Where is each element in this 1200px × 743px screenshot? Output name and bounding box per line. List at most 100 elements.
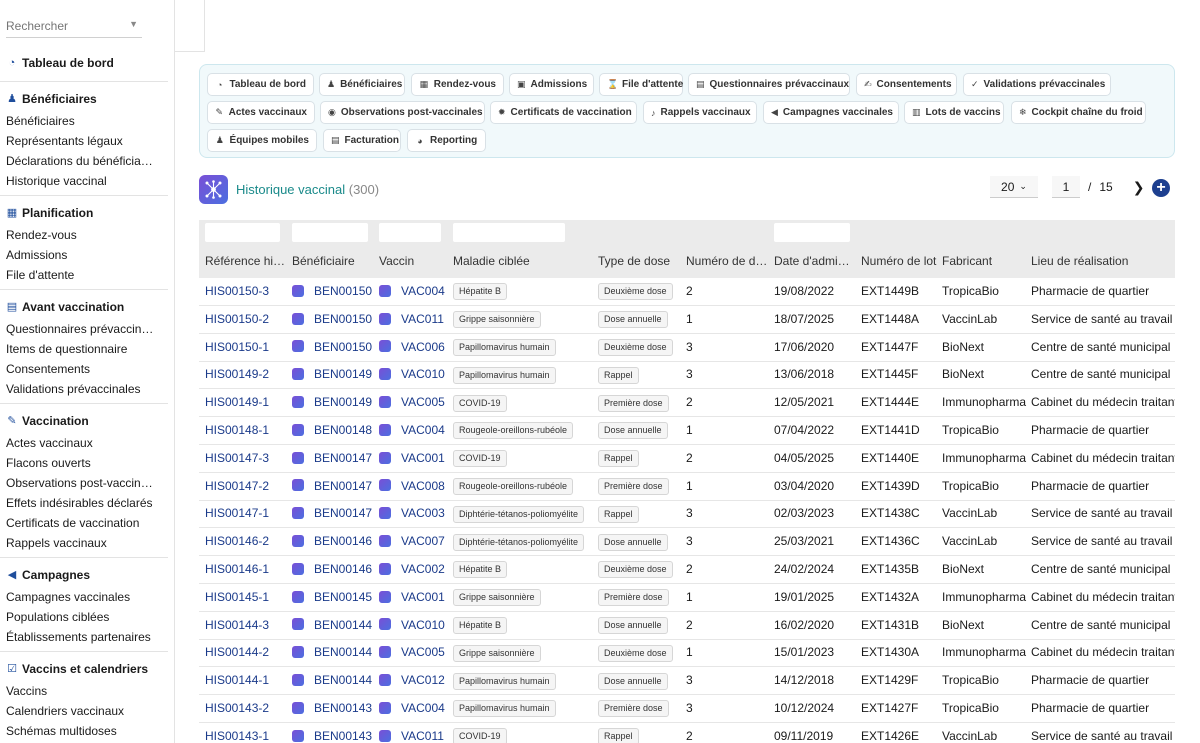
table-cell[interactable]: HIS00144-1: [205, 667, 287, 694]
shortcut-button[interactable]: ◀ Campagnes vaccinales: [763, 101, 899, 124]
record-link[interactable]: BEN00143: [314, 729, 372, 743]
column-header[interactable]: Bénéficiaire: [292, 254, 374, 268]
record-link[interactable]: HIS00147-1: [205, 506, 269, 520]
sidebar-item[interactable]: Établissements partenaires: [6, 627, 171, 647]
record-link[interactable]: BEN00144: [314, 645, 372, 659]
record-link[interactable]: VAC010: [401, 618, 445, 632]
record-link[interactable]: VAC010: [401, 367, 445, 381]
table-cell[interactable]: VAC005: [379, 389, 449, 416]
table-cell[interactable]: BEN00144: [292, 639, 374, 666]
sidebar-item[interactable]: Items de questionnaire: [6, 339, 171, 359]
record-link[interactable]: BEN00150: [314, 312, 372, 326]
record-link[interactable]: HIS00147-2: [205, 479, 269, 493]
table-cell[interactable]: BEN00148: [292, 417, 374, 444]
table-cell[interactable]: BEN00150: [292, 278, 374, 305]
sidebar-item[interactable]: Admissions: [6, 245, 171, 265]
table-cell[interactable]: VAC001: [379, 584, 449, 611]
record-link[interactable]: VAC004: [401, 701, 445, 715]
record-link[interactable]: BEN00150: [314, 284, 372, 298]
sidebar-item[interactable]: Vaccins: [6, 681, 171, 701]
column-header[interactable]: Maladie ciblée: [453, 254, 593, 268]
table-row[interactable]: HIS00147-2 BEN00147 VAC008 Rougeole-oreillo…: [199, 473, 1175, 501]
table-cell[interactable]: BEN00147: [292, 500, 374, 527]
record-link[interactable]: BEN00145: [314, 590, 372, 604]
table-cell[interactable]: BEN00145: [292, 584, 374, 611]
page-size-select[interactable]: 20 ⌄: [990, 176, 1038, 198]
column-filter-input[interactable]: [453, 223, 565, 242]
sidebar-item[interactable]: Consentements: [6, 359, 171, 379]
record-link[interactable]: VAC002: [401, 562, 445, 576]
column-header[interactable]: Numéro de lot: [861, 254, 939, 268]
table-cell[interactable]: HIS00144-2: [205, 639, 287, 666]
shortcut-button[interactable]: ◕ Reporting: [407, 129, 486, 152]
sidebar-item[interactable]: Déclarations du bénéficia…: [6, 151, 171, 171]
shortcut-button[interactable]: ▦ Rendez-vous: [411, 73, 504, 96]
table-cell[interactable]: VAC010: [379, 361, 449, 388]
record-link[interactable]: VAC001: [401, 451, 445, 465]
table-cell[interactable]: HIS00143-1: [205, 723, 287, 743]
record-link[interactable]: BEN00149: [314, 367, 372, 381]
table-cell[interactable]: VAC012: [379, 667, 449, 694]
table-cell[interactable]: VAC004: [379, 278, 449, 305]
table-cell[interactable]: HIS00147-3: [205, 445, 287, 472]
record-link[interactable]: BEN00149: [314, 395, 372, 409]
record-link[interactable]: HIS00145-1: [205, 590, 269, 604]
table-cell[interactable]: BEN00149: [292, 361, 374, 388]
table-cell[interactable]: BEN00149: [292, 389, 374, 416]
table-cell[interactable]: BEN00147: [292, 473, 374, 500]
column-header[interactable]: Fabricant: [942, 254, 1028, 268]
record-link[interactable]: HIS00146-1: [205, 562, 269, 576]
table-row[interactable]: HIS00144-3 BEN00144 VAC010 Hépatite B Dose a…: [199, 612, 1175, 640]
shortcut-button[interactable]: ✹ Certificats de vaccination: [490, 101, 637, 124]
record-link[interactable]: BEN00147: [314, 479, 372, 493]
table-row[interactable]: HIS00144-2 BEN00144 VAC005 Grippe saisonniè…: [199, 639, 1175, 668]
table-cell[interactable]: HIS00148-1: [205, 417, 287, 444]
chevron-down-icon[interactable]: ▼: [129, 19, 138, 29]
table-row[interactable]: HIS00147-3 BEN00147 VAC001 COVID-19 Rappel 2 0…: [199, 445, 1175, 473]
record-link[interactable]: HIS00144-2: [205, 645, 269, 659]
shortcut-button[interactable]: ⌛ File d'attente: [599, 73, 683, 96]
table-cell[interactable]: HIS00143-2: [205, 695, 287, 722]
table-cell[interactable]: HIS00146-2: [205, 528, 287, 555]
shortcut-button[interactable]: ◔ Tableau de bord: [207, 73, 314, 96]
table-row[interactable]: HIS00149-1 BEN00149 VAC005 COVID-19 Première…: [199, 389, 1175, 418]
shortcut-button[interactable]: ▣ Admissions: [509, 73, 594, 96]
sidebar-search[interactable]: ▼: [6, 16, 142, 38]
sidebar-item[interactable]: Schémas multidoses: [6, 721, 171, 741]
sidebar-item[interactable]: Historique vaccinal: [6, 171, 171, 191]
table-cell[interactable]: VAC006: [379, 334, 449, 361]
shortcut-button[interactable]: ▥ Lots de vaccins: [904, 101, 1004, 124]
record-link[interactable]: HIS00143-2: [205, 701, 269, 715]
record-link[interactable]: HIS00147-3: [205, 451, 269, 465]
sidebar-item[interactable]: Rappels vaccinaux: [6, 533, 171, 553]
table-cell[interactable]: VAC007: [379, 528, 449, 555]
record-link[interactable]: VAC003: [401, 506, 445, 520]
record-link[interactable]: VAC012: [401, 673, 445, 687]
column-filter-input[interactable]: [205, 223, 280, 242]
table-row[interactable]: HIS00146-1 BEN00146 VAC002 Hépatite B Deuxiè…: [199, 556, 1175, 584]
record-link[interactable]: BEN00146: [314, 534, 372, 548]
record-link[interactable]: HIS00149-2: [205, 367, 269, 381]
record-link[interactable]: VAC007: [401, 534, 445, 548]
table-row[interactable]: HIS00146-2 BEN00146 VAC007 Diphtérie-tétano…: [199, 528, 1175, 557]
column-filter-input[interactable]: [774, 223, 850, 242]
shortcut-button[interactable]: ✓ Validations prévaccinales: [963, 73, 1111, 96]
sidebar-item[interactable]: Populations ciblées: [6, 607, 171, 627]
table-row[interactable]: HIS00147-1 BEN00147 VAC003 Diphtérie-tétano…: [199, 500, 1175, 529]
column-filter-input[interactable]: [292, 223, 368, 242]
sidebar-item[interactable]: Effets indésirables déclarés: [6, 493, 171, 513]
record-link[interactable]: BEN00147: [314, 506, 372, 520]
column-header[interactable]: Vaccin: [379, 254, 449, 268]
shortcut-button[interactable]: ♪ Rappels vaccinaux: [643, 101, 757, 124]
record-link[interactable]: BEN00148: [314, 423, 372, 437]
sidebar-item-dashboard[interactable]: ◔ Tableau de bord: [6, 56, 114, 70]
record-link[interactable]: BEN00146: [314, 562, 372, 576]
sidebar-item[interactable]: Représentants légaux: [6, 131, 171, 151]
record-link[interactable]: HIS00150-2: [205, 312, 269, 326]
sidebar-item[interactable]: Bénéficiaires: [6, 111, 171, 131]
record-link[interactable]: BEN00147: [314, 451, 372, 465]
table-cell[interactable]: HIS00149-2: [205, 361, 287, 388]
sidebar-item[interactable]: Validations prévaccinales: [6, 379, 171, 399]
shortcut-button[interactable]: ✎ Actes vaccinaux: [207, 101, 315, 124]
sidebar-item[interactable]: Calendriers vaccinaux: [6, 701, 171, 721]
